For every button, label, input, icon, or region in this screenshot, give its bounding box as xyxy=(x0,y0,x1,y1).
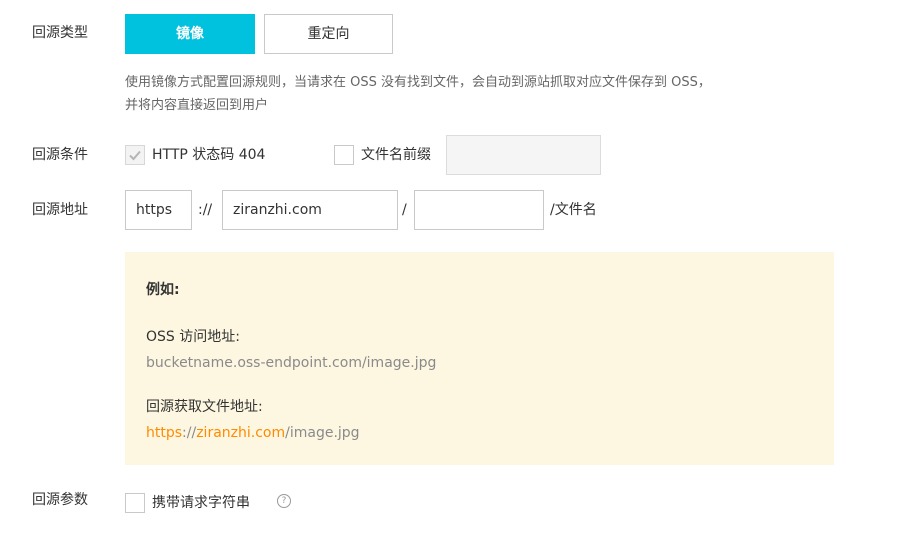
params-label: 回源参数 xyxy=(32,492,88,508)
oss-address-label: OSS 访问地址: xyxy=(146,329,240,345)
oss-address-url: bucketname.oss-endpoint.com/image.jpg xyxy=(146,355,437,371)
fetch-separator: :// xyxy=(182,425,197,441)
description-line-2: 并将内容直接返回到用户 xyxy=(125,98,269,113)
condition-label: 回源条件 xyxy=(32,147,88,163)
redirect-button[interactable]: 重定向 xyxy=(264,14,393,54)
query-string-label: 携带请求字符串 xyxy=(152,495,250,511)
fetch-domain: ziranzhi.com xyxy=(196,425,286,441)
prefix-checkbox[interactable] xyxy=(334,145,354,165)
query-string-checkbox[interactable] xyxy=(125,493,145,513)
fetch-protocol: https xyxy=(146,425,183,441)
domain-input[interactable]: ziranzhi.com xyxy=(222,190,398,230)
address-label: 回源地址 xyxy=(32,202,88,218)
help-icon[interactable]: ? xyxy=(277,494,291,508)
prefix-input[interactable] xyxy=(446,135,601,175)
http-status-checkbox[interactable] xyxy=(125,145,145,165)
protocol-select[interactable]: https xyxy=(125,190,192,230)
example-box: 例如: OSS 访问地址: bucketname.oss-endpoint.co… xyxy=(125,252,834,465)
fetch-path: /image.jpg xyxy=(285,425,360,441)
path-separator: / xyxy=(402,202,407,218)
fetch-address-label: 回源获取文件地址: xyxy=(146,399,263,415)
protocol-separator: :// xyxy=(198,202,213,218)
description-line-1: 使用镜像方式配置回源规则，当请求在 OSS 没有找到文件，会自动到源站抓取对应文… xyxy=(125,75,711,90)
http-status-label: HTTP 状态码 404 xyxy=(152,147,266,163)
source-type-label: 回源类型 xyxy=(32,25,88,41)
example-title: 例如: xyxy=(146,282,180,298)
source-type-description: 使用镜像方式配置回源规则，当请求在 OSS 没有找到文件，会自动到源站抓取对应文… xyxy=(125,71,845,117)
filename-suffix: /文件名 xyxy=(550,202,597,218)
mirror-button[interactable]: 镜像 xyxy=(125,14,255,54)
check-icon xyxy=(129,150,141,161)
prefix-label: 文件名前缀 xyxy=(361,147,431,163)
path-input[interactable] xyxy=(414,190,544,230)
fetch-address-url: https://ziranzhi.com/image.jpg xyxy=(146,423,360,443)
